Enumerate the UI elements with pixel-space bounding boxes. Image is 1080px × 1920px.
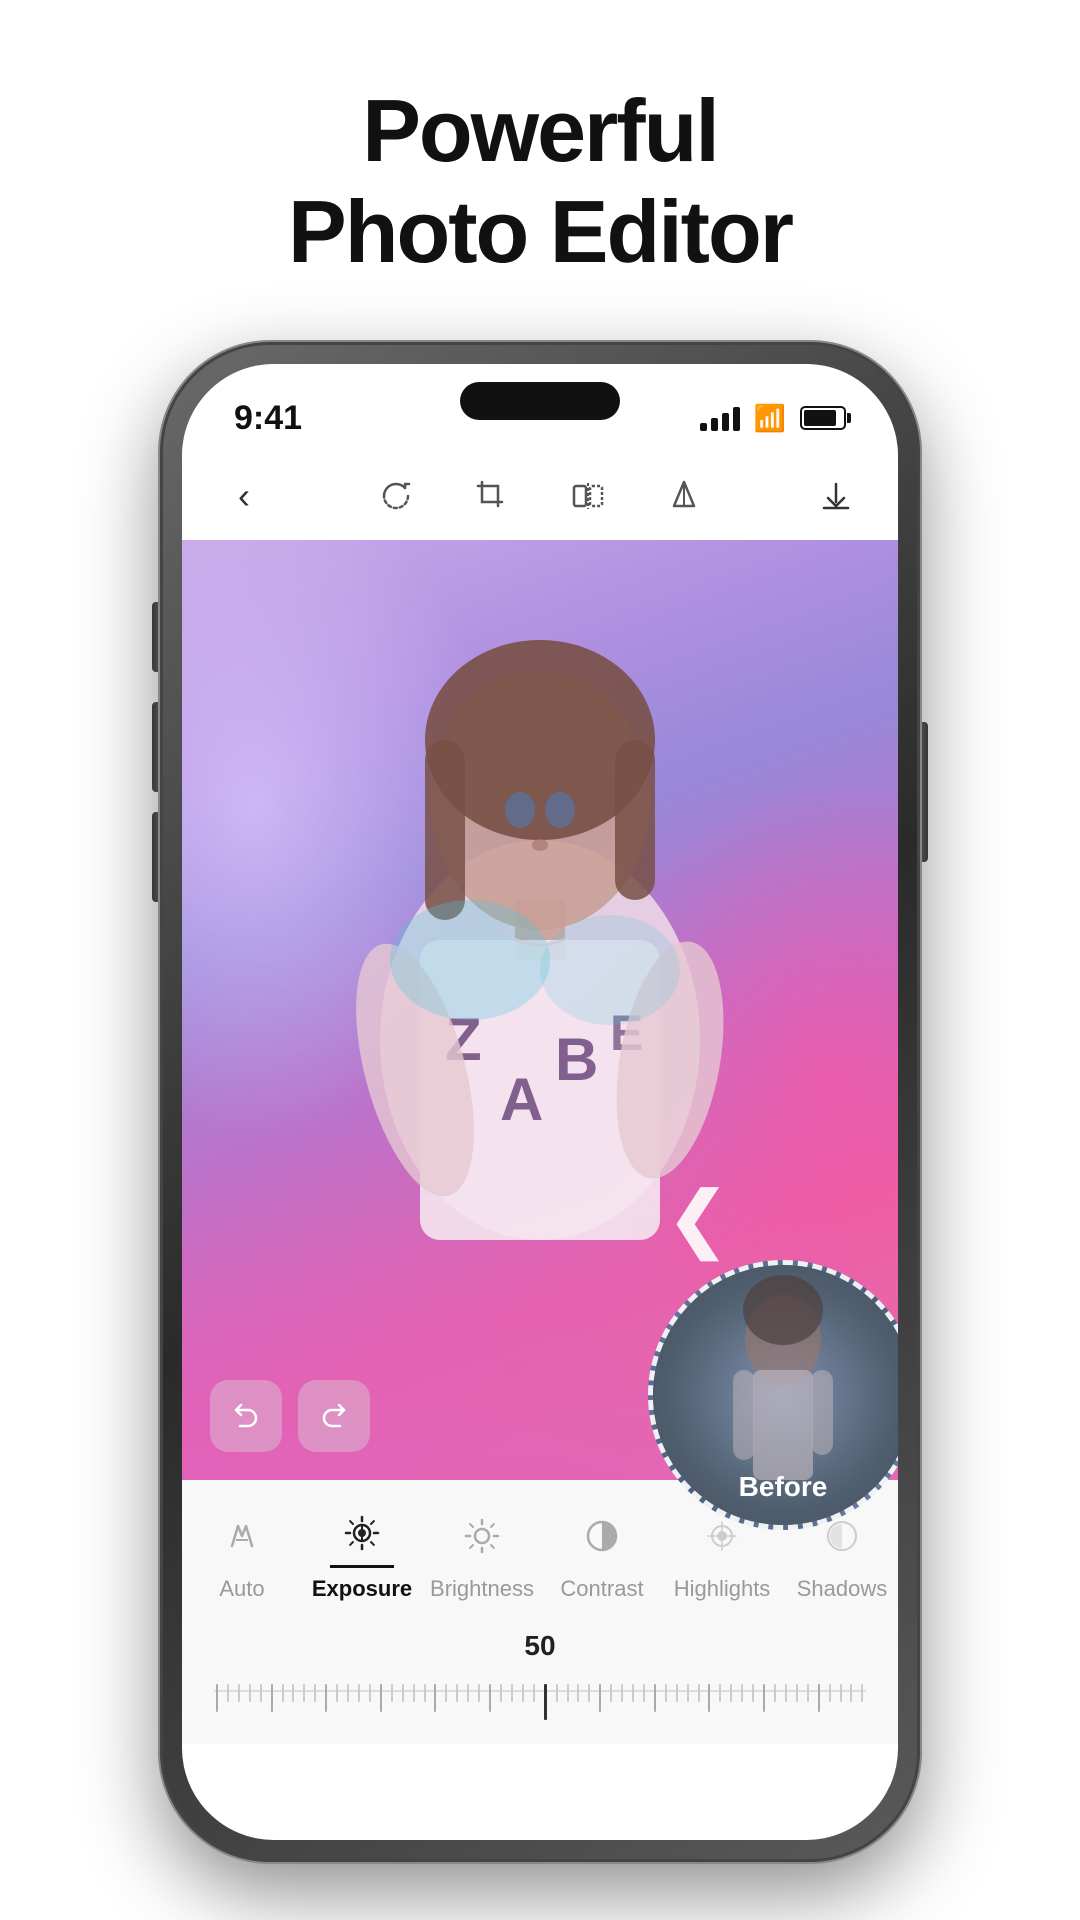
dynamic-island — [460, 382, 620, 420]
side-button-mute — [152, 602, 160, 672]
flip-button[interactable] — [562, 470, 614, 522]
slider-ticks — [214, 1684, 866, 1720]
redo-button[interactable] — [298, 1380, 370, 1452]
phone-shell: 9:41 📶 ‹ — [160, 342, 920, 1862]
tool-tab-brightness[interactable]: Brightness — [422, 1496, 542, 1610]
slider-track[interactable] — [214, 1672, 866, 1720]
undo-button[interactable] — [210, 1380, 282, 1452]
slider-value: 50 — [214, 1630, 866, 1662]
tool-tab-auto[interactable]: Auto — [182, 1496, 302, 1610]
headline-line1: Powerful — [362, 81, 718, 180]
download-button[interactable] — [810, 470, 862, 522]
slider-section: 50 — [182, 1618, 898, 1744]
tool-label-auto: Auto — [219, 1576, 264, 1602]
side-button-vol-up — [152, 702, 160, 792]
tool-label-brightness: Brightness — [430, 1576, 534, 1602]
back-button[interactable]: ‹ — [218, 470, 270, 522]
adjust-button[interactable] — [658, 470, 710, 522]
toolbar-tools — [370, 470, 710, 522]
headline-line2: Photo Editor — [288, 182, 792, 281]
svg-text:A: A — [500, 1066, 543, 1133]
side-button-power — [920, 722, 928, 862]
compare-arrow: ❮ — [668, 1176, 728, 1260]
tool-tab-contrast[interactable]: Contrast — [542, 1496, 662, 1610]
signal-icon — [700, 405, 740, 431]
tool-label-highlights: Highlights — [674, 1576, 771, 1602]
headline: Powerful Photo Editor — [288, 80, 792, 282]
wifi-icon: 📶 — [754, 403, 786, 434]
status-time: 9:41 — [234, 399, 302, 438]
crop-button[interactable] — [466, 470, 518, 522]
app-toolbar: ‹ — [182, 452, 898, 540]
phone-screen: 9:41 📶 ‹ — [182, 364, 898, 1840]
tool-label-contrast: Contrast — [560, 1576, 643, 1602]
status-icons: 📶 — [700, 403, 846, 434]
rotate-button[interactable] — [370, 470, 422, 522]
tool-tab-exposure[interactable]: Exposure — [302, 1496, 422, 1610]
svg-text:B: B — [555, 1026, 598, 1093]
tool-label-exposure: Exposure — [312, 1576, 412, 1602]
tool-label-shadows: Shadows — [797, 1576, 888, 1602]
photo-area: Z A B E — [182, 540, 898, 1480]
before-label: Before — [739, 1471, 828, 1503]
battery-icon — [800, 406, 846, 430]
undo-redo-area — [210, 1380, 370, 1452]
side-button-vol-down — [152, 812, 160, 902]
phone-mockup: 9:41 📶 ‹ — [160, 342, 920, 1842]
